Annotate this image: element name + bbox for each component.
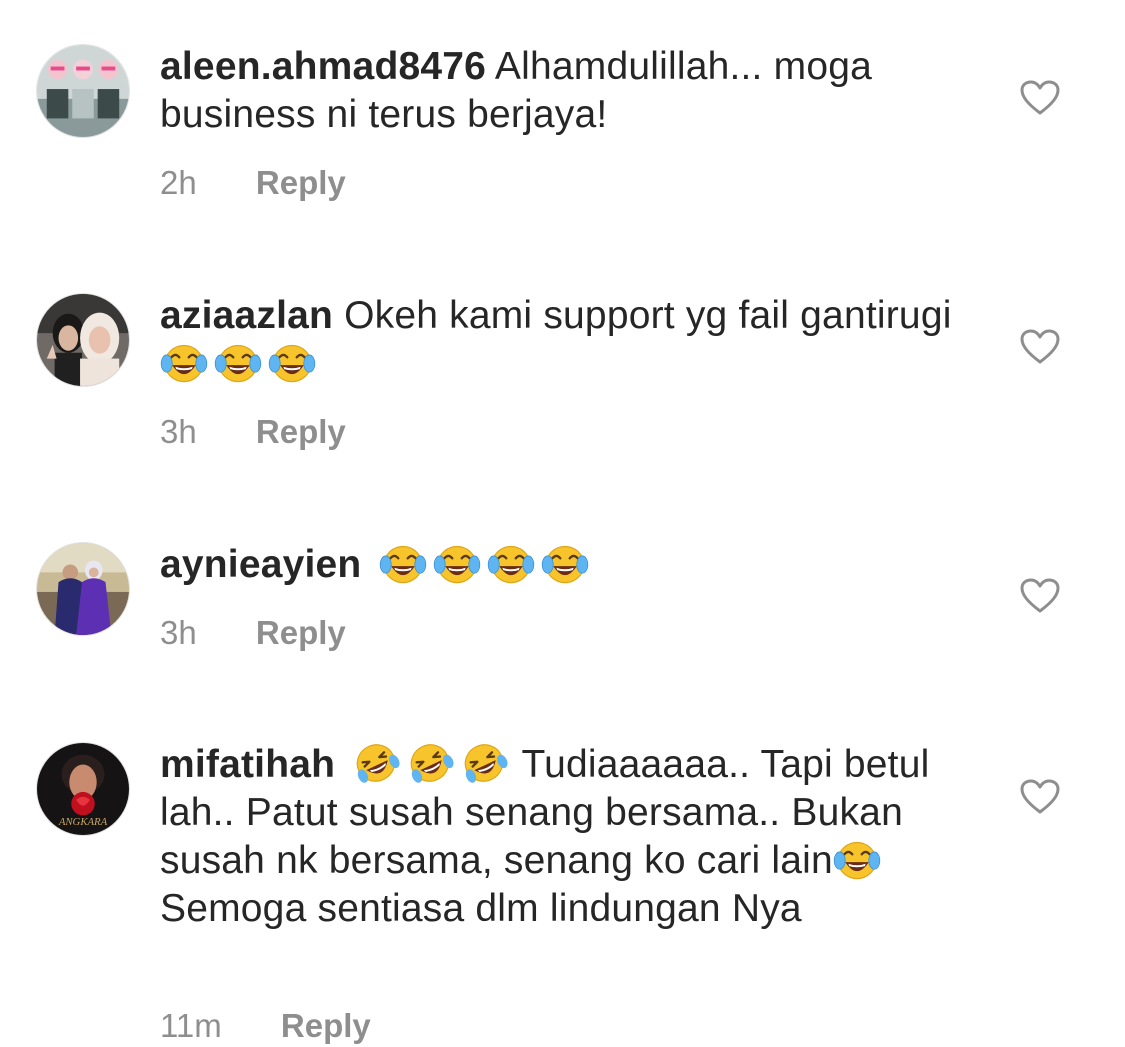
profile-photo-icon (37, 294, 129, 386)
profile-photo-icon (37, 45, 129, 137)
comment-meta: 3h Reply (160, 613, 346, 653)
laugh-tears-emoji (487, 541, 535, 585)
comment-time: 3h (160, 614, 197, 651)
avatar[interactable] (36, 293, 130, 387)
comment-body: Okeh kami support yg fail gantirugi (344, 294, 952, 337)
laugh-tears-emoji (833, 837, 881, 881)
comment-text: mifatihah Tudiaaaaaa.. Tapi betul lah.. … (160, 741, 980, 933)
heart-outline-icon[interactable] (1020, 779, 1060, 815)
reply-button[interactable]: Reply (256, 412, 346, 452)
comment-text: aleen.ahmad8476 Alhamdulillah... moga bu… (160, 43, 980, 139)
heart-outline-icon[interactable] (1020, 80, 1060, 116)
laugh-tears-emoji (379, 541, 427, 585)
heart-outline-icon[interactable] (1020, 329, 1060, 365)
reply-button[interactable]: Reply (281, 1006, 371, 1046)
comment-body-continued: Semoga sentiasa dlm lindungan Nya (160, 887, 802, 930)
profile-photo-icon: ANGKARA (37, 743, 129, 835)
comment-username[interactable]: aynieayien (160, 543, 361, 586)
comment-text: aynieayien (160, 541, 980, 589)
rolling-laugh-emoji (406, 741, 454, 785)
heart-outline-icon[interactable] (1020, 578, 1060, 614)
comment-meta: 11m Reply (160, 1006, 371, 1046)
laugh-tears-emoji (541, 541, 589, 585)
reply-button[interactable]: Reply (256, 613, 346, 653)
comment-time: 11m (160, 1007, 222, 1044)
comment-username[interactable]: mifatihah (160, 743, 335, 786)
reply-button[interactable]: Reply (256, 163, 346, 203)
laugh-tears-emoji (268, 340, 316, 384)
laugh-tears-emoji (160, 340, 208, 384)
avatar[interactable] (36, 542, 130, 636)
comment-text: aziaazlan Okeh kami support yg fail gant… (160, 292, 980, 388)
comment-time: 3h (160, 413, 197, 450)
comment-time: 2h (160, 164, 197, 201)
avatar[interactable]: ANGKARA (36, 742, 130, 836)
laugh-tears-emoji (433, 541, 481, 585)
comment-meta: 3h Reply (160, 412, 346, 452)
comment-meta: 2h Reply (160, 163, 346, 203)
comment-username[interactable]: aziaazlan (160, 294, 333, 337)
rolling-laugh-emoji (352, 741, 400, 785)
rolling-laugh-emoji (460, 741, 508, 785)
comment-username[interactable]: aleen.ahmad8476 (160, 45, 486, 88)
svg-text:ANGKARA: ANGKARA (58, 816, 108, 828)
avatar[interactable] (36, 44, 130, 138)
laugh-tears-emoji (214, 340, 262, 384)
profile-photo-icon (37, 543, 129, 635)
